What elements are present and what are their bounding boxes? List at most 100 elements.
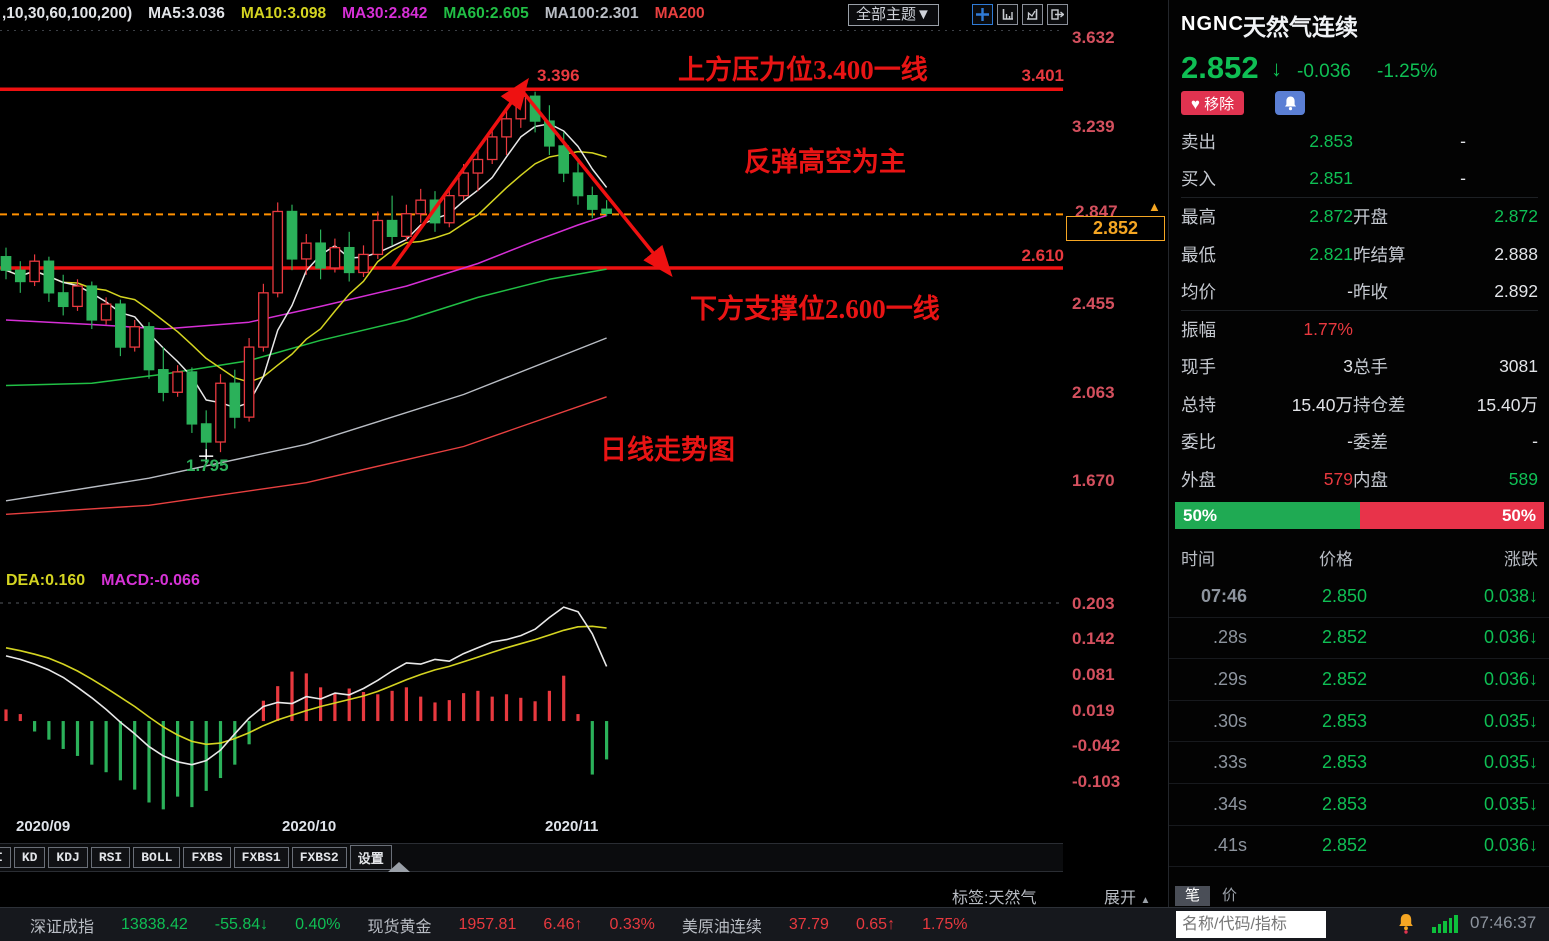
alert-bell-button[interactable] xyxy=(1275,91,1305,115)
x-axis-label: 2020/10 xyxy=(282,818,337,835)
clock: 07:46:37 xyxy=(1470,913,1537,932)
ticker-item[interactable]: 现货黄金 xyxy=(368,913,432,937)
price-chart-canvas[interactable] xyxy=(0,0,1168,907)
symbol-code: NGNC xyxy=(1181,13,1244,35)
expand-button[interactable]: 展开 ▲ xyxy=(1104,884,1150,908)
search-input[interactable] xyxy=(1176,911,1326,938)
annotation-chart-type: 日线走势图 xyxy=(600,435,735,465)
quote-value: 3081 xyxy=(1499,356,1538,377)
time-sales-list: 07:46 2.850 0.038↓ .28s 2.852 0.036↓ .29s 2.852… xyxy=(1169,576,1549,868)
buy-ratio: 50% xyxy=(1175,502,1360,529)
dea-value: DEA:0.160 xyxy=(6,572,86,589)
ts-time: .28s xyxy=(1212,627,1247,648)
ts-price: 2.853 xyxy=(1321,710,1367,731)
indicator-tab-fxbs[interactable]: FXBS xyxy=(183,847,231,868)
ts-time: .33s xyxy=(1212,752,1247,773)
ma-header-item: ,10,30,60,100,200) xyxy=(2,5,133,22)
quote-label: 委比 xyxy=(1181,432,1216,453)
price-change: -0.036 xyxy=(1297,61,1351,82)
annotation-strategy: 反弹高空为主 xyxy=(744,147,906,177)
axis-left-icon[interactable] xyxy=(997,4,1018,25)
time-sales-row[interactable]: .28s 2.852 0.036↓ xyxy=(1169,618,1549,660)
quote-value: 2.872 xyxy=(1309,206,1353,227)
quote-row: 卖出 2.853 - xyxy=(1181,123,1538,161)
ts-change: 0.035↓ xyxy=(1483,752,1538,773)
pan-right-icon[interactable] xyxy=(1047,4,1068,25)
time-sales-row[interactable]: .30s 2.853 0.035↓ xyxy=(1169,701,1549,743)
crosshair-icon[interactable] xyxy=(972,4,993,25)
quote-label: 昨收 xyxy=(1353,281,1388,302)
ticker-item[interactable]: 美原油连续 xyxy=(682,913,762,937)
quote-value: 3 xyxy=(1343,356,1353,377)
axis-right-icon[interactable] xyxy=(1022,4,1043,25)
instrument-tag: 标签:天然气 xyxy=(952,890,1037,907)
ts-change: 0.035↓ xyxy=(1483,793,1538,814)
quote-value: 15.40万 xyxy=(1476,394,1538,415)
ticker-item[interactable]: 37.79 xyxy=(789,916,829,934)
ma-header-item: MA200 xyxy=(654,5,705,22)
quote-row: 现手 3 总手 3081 xyxy=(1181,348,1538,386)
ts-col-time: 时间 xyxy=(1181,550,1215,569)
time-sales-row[interactable]: 07:46 2.850 0.038↓ xyxy=(1169,576,1549,618)
expand-arrow-icon: ▲ xyxy=(1140,895,1151,906)
quote-value: 2.821 xyxy=(1309,243,1353,264)
time-sales-row[interactable]: .34s 2.853 0.035↓ xyxy=(1169,784,1549,826)
panel-resize-arrow-icon[interactable] xyxy=(388,862,410,872)
tab-by-trade[interactable]: 笔 xyxy=(1175,886,1210,906)
annotation-support: 下方支撑位2.600一线 xyxy=(690,294,940,324)
ts-time: .29s xyxy=(1212,668,1247,689)
x-axis-label: 2020/11 xyxy=(545,818,599,835)
quote-label: 外盘 xyxy=(1181,469,1216,490)
quote-label: 均价 xyxy=(1181,281,1216,302)
ticker-item[interactable]: 深证成指 xyxy=(30,913,94,937)
ticker-item[interactable]: 0.65↑ xyxy=(856,916,895,934)
ticker-item[interactable]: 1957.81 xyxy=(459,916,517,934)
time-sales-row[interactable]: .33s 2.853 0.035↓ xyxy=(1169,742,1549,784)
quote-value: - xyxy=(1460,131,1466,152)
ticker-item[interactable]: 13838.42 xyxy=(121,916,188,934)
quote-label: 持仓差 xyxy=(1353,394,1406,415)
quote-value: 589 xyxy=(1508,468,1538,489)
ma-header-item: MA10:3.098 xyxy=(240,5,327,22)
indicator-tab-fxbs1[interactable]: FXBS1 xyxy=(233,847,289,868)
last-price: 2.852 xyxy=(1181,50,1259,85)
quote-row: 最高 2.872 开盘 2.872 xyxy=(1181,198,1538,236)
sell-ratio: 50% xyxy=(1359,502,1544,529)
ticker-item[interactable]: 1.75% xyxy=(922,916,967,934)
connection-signal-icon xyxy=(1432,915,1458,933)
notification-bell-icon[interactable] xyxy=(1396,912,1416,939)
ticker-item[interactable]: 6.46↑ xyxy=(543,916,582,934)
ma-indicator-header: ,10,30,60,100,200) MA5:3.036 MA10:3.098 MA3… xyxy=(2,5,705,23)
bell-icon xyxy=(1284,96,1296,110)
time-sales-row[interactable]: .29s 2.852 0.036↓ xyxy=(1169,659,1549,701)
market-ticker: 深证成指 13838.42 -55.84↓ 0.40% 现货黄金 1957.81 6.46↑… xyxy=(0,908,1160,941)
quote-value: 579 xyxy=(1323,468,1353,489)
ticker-item[interactable]: -55.84↓ xyxy=(215,916,268,934)
ts-change: 0.036↓ xyxy=(1483,835,1538,856)
ts-price: 2.852 xyxy=(1321,627,1367,648)
indicator-tab-rsi[interactable]: RSI xyxy=(90,847,131,868)
ticker-item[interactable]: 0.33% xyxy=(610,916,655,934)
tab-by-price[interactable]: 价 xyxy=(1212,886,1247,906)
indicator-tab-i[interactable]: I xyxy=(0,847,11,868)
time-sales-row[interactable]: .41s 2.852 0.036↓ xyxy=(1169,826,1549,868)
indicator-tab-kdj[interactable]: KDJ xyxy=(48,847,88,868)
indicator-tab-设置[interactable]: 设置 xyxy=(349,845,392,870)
ts-price: 2.853 xyxy=(1321,752,1367,773)
quote-label: 卖出 xyxy=(1181,132,1216,153)
ticker-item[interactable]: 0.40% xyxy=(295,916,340,934)
quote-row: 总持 15.40万 持仓差 15.40万 xyxy=(1181,386,1538,424)
indicator-tab-kd[interactable]: KD xyxy=(13,847,46,868)
price-change-percent: -1.25% xyxy=(1377,61,1438,82)
ts-time: .30s xyxy=(1212,710,1247,731)
remove-watchlist-button[interactable]: ♥ 移除 xyxy=(1181,91,1245,115)
theme-select-button[interactable]: 全部主题▼ xyxy=(848,4,939,26)
ts-time: .41s xyxy=(1212,835,1247,856)
quote-label: 振幅 xyxy=(1181,319,1216,340)
ts-col-price: 价格 xyxy=(1319,550,1353,569)
indicator-tab-bar: IKDKDJRSIBOLLFXBSFXBS1FXBS2设置 xyxy=(0,843,1063,872)
quote-sidebar: NGNC 天然气连续 2.852 ↓ -0.036 -1.25% ♥ 移除 卖出… xyxy=(1168,0,1549,907)
indicator-tab-boll[interactable]: BOLL xyxy=(133,847,181,868)
indicator-tab-fxbs2[interactable]: FXBS2 xyxy=(291,847,347,868)
ts-time: .34s xyxy=(1212,793,1247,814)
